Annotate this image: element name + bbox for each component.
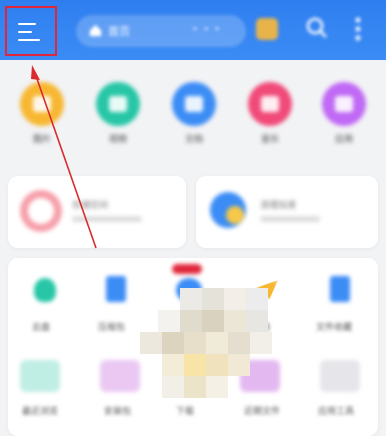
home-icon	[89, 24, 102, 37]
quick-app-documents[interactable]: 文档	[166, 82, 222, 145]
more-vertical-icon[interactable]	[354, 16, 362, 42]
quick-app-label: 应用	[334, 135, 353, 145]
tool-label: 文件收藏	[316, 323, 353, 333]
menu-icon	[18, 23, 40, 41]
storage-card[interactable]: 存储空间	[8, 176, 186, 248]
menu-button[interactable]	[5, 6, 57, 56]
recent-icon[interactable]	[20, 360, 60, 392]
package-icon[interactable]	[100, 360, 140, 392]
app-tool-icon[interactable]	[320, 360, 360, 392]
document-icon	[172, 82, 216, 126]
tool-label: 压缩包	[98, 323, 126, 333]
music-icon	[248, 82, 292, 126]
storage-card-title: 存储空间	[72, 201, 109, 211]
quick-apps: 图片 视频 文档 音乐 应用	[0, 70, 386, 170]
pixelated-region	[140, 288, 290, 413]
top-app-bar: 首页 • • •	[0, 0, 386, 60]
new-badge-icon	[172, 264, 202, 274]
quick-app-apps[interactable]: 应用	[316, 82, 372, 145]
quick-app-videos[interactable]: 视频	[90, 82, 146, 145]
quick-app-label: 文档	[184, 135, 203, 145]
quick-app-images[interactable]: 图片	[14, 82, 70, 145]
quick-app-label: 音乐	[260, 135, 279, 145]
cloud-icon[interactable]	[34, 278, 56, 302]
quick-app-music[interactable]: 音乐	[242, 82, 298, 145]
quick-app-label: 图片	[32, 135, 51, 145]
clean-card-title: 清理加速	[260, 201, 297, 211]
search-icon[interactable]	[306, 17, 328, 39]
favorite-file-icon[interactable]	[330, 276, 350, 302]
clean-card[interactable]: 清理加速	[196, 176, 378, 248]
tool-label: 云盘	[32, 323, 51, 333]
card-icon[interactable]	[256, 18, 278, 40]
bottom-label: 最近浏览	[22, 407, 59, 417]
location-pill[interactable]: 首页 • • •	[76, 15, 246, 47]
bottom-label: 安装包	[104, 407, 132, 417]
location-extra: • • •	[192, 24, 222, 35]
app-icon	[322, 82, 366, 126]
location-label: 首页	[108, 25, 130, 38]
video-icon	[96, 82, 140, 126]
bottom-label: 应用工具	[318, 407, 355, 417]
image-icon	[20, 82, 64, 126]
zip-icon[interactable]	[106, 276, 126, 302]
quick-app-label: 视频	[108, 135, 127, 145]
